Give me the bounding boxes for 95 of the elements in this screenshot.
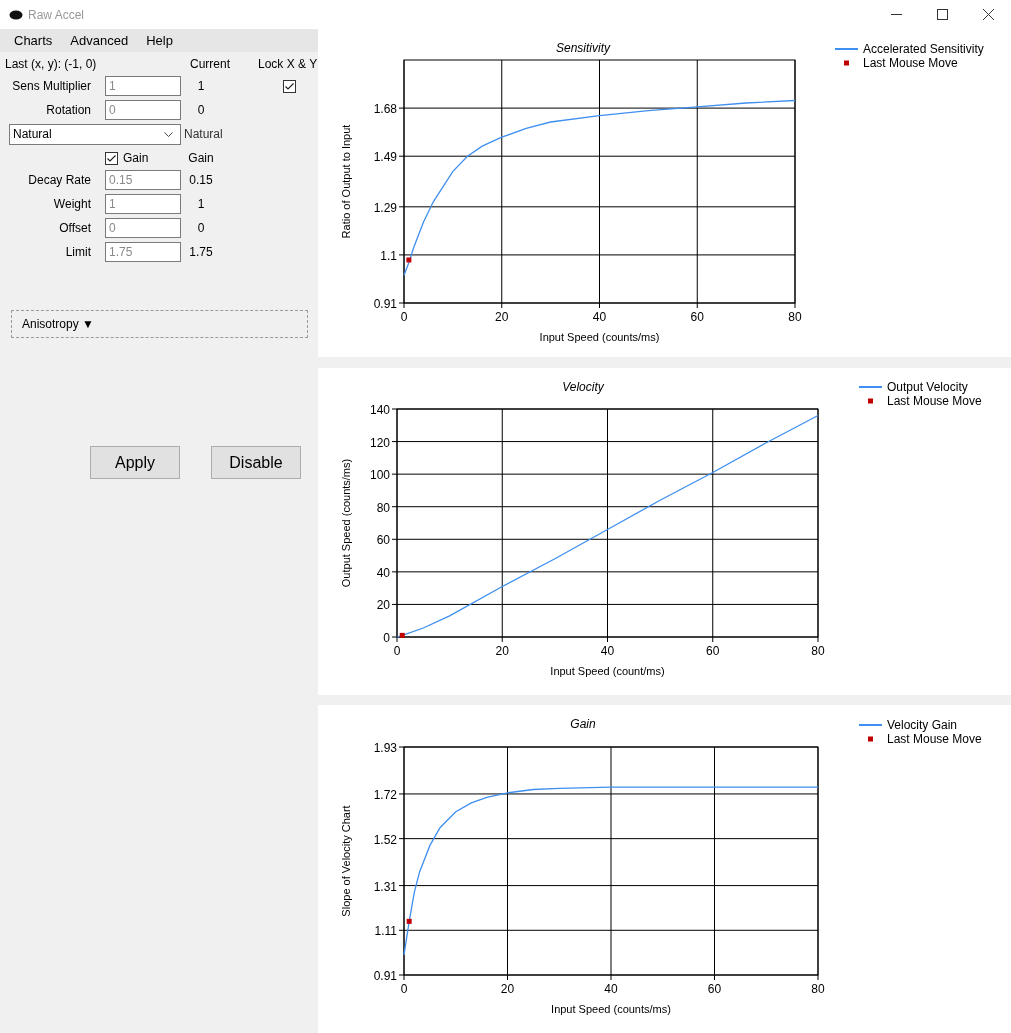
axis-title: Input Speed (counts/ms) xyxy=(551,1003,671,1015)
tick-label: 40 xyxy=(376,565,390,580)
tick-label: 0 xyxy=(393,644,401,658)
chevron-down-icon xyxy=(164,131,173,137)
field-label: Weight xyxy=(52,197,91,211)
window-title: Raw Accel xyxy=(28,7,85,22)
tick-label: 60 xyxy=(690,310,704,324)
tick-label: 60 xyxy=(707,982,722,996)
legend-label: Last Mouse Move xyxy=(863,56,958,70)
maximize-icon[interactable] xyxy=(937,9,948,20)
tick-label: 80 xyxy=(376,500,390,515)
tick-label: 1.31 xyxy=(373,879,397,894)
current-value: 0.15 xyxy=(188,173,214,187)
action-button[interactable]: Apply xyxy=(90,446,180,479)
tick-label: 20 xyxy=(376,598,390,613)
current-value: Natural xyxy=(184,127,223,141)
field-label: Offset xyxy=(58,221,91,235)
tick-label: 120 xyxy=(369,435,390,450)
current-value: 0 xyxy=(196,221,206,235)
legend-label: Last Mouse Move xyxy=(887,732,982,746)
field-label: Sens Multiplier xyxy=(11,79,91,93)
anisotropy-expander[interactable]: Anisotropy ▼ xyxy=(11,310,308,338)
tick-label: 0 xyxy=(383,631,390,645)
input-field[interactable]: 0 xyxy=(105,218,181,238)
current-value: 1 xyxy=(196,197,206,211)
menu-item[interactable]: Charts xyxy=(7,33,60,48)
legend-marker-icon xyxy=(844,60,849,66)
chart-title: Gain xyxy=(570,717,596,731)
data-point xyxy=(406,918,412,924)
data-point xyxy=(406,257,412,263)
tick-label: 20 xyxy=(500,982,515,996)
tick-label: 20 xyxy=(495,310,509,324)
tick-label: 40 xyxy=(600,644,615,658)
menu-item[interactable]: Advanced xyxy=(63,33,136,48)
tick-label: 1.68 xyxy=(373,102,397,117)
tick-label: 100 xyxy=(369,468,390,483)
tick-label: 1.11 xyxy=(374,924,397,939)
chart-title: Sensitivity xyxy=(556,41,610,55)
checkbox-label: Lock X & Y xyxy=(258,57,318,71)
input-field[interactable]: 0.15 xyxy=(105,170,181,190)
tick-label: 1.72 xyxy=(373,787,397,802)
tick-label: 60 xyxy=(376,533,390,548)
checkbox-label: Gain xyxy=(123,151,149,165)
input-field[interactable]: 1 xyxy=(105,76,181,96)
close-icon[interactable] xyxy=(983,9,994,20)
legend-line-icon xyxy=(859,386,882,388)
tick-label: 1.1 xyxy=(380,248,397,263)
tick-label: 0.91 xyxy=(373,969,397,983)
data-point xyxy=(399,632,405,638)
legend-marker-icon xyxy=(868,398,873,404)
legend-line-icon xyxy=(835,48,858,50)
chart-title: Velocity xyxy=(562,380,604,394)
last-move-text: Last (x, y): (-1, 0) xyxy=(5,57,98,71)
column-heading: Current xyxy=(190,57,231,71)
current-value: 1 xyxy=(196,79,206,93)
checkbox[interactable] xyxy=(105,151,118,165)
legend-label: Accelerated Sensitivity xyxy=(863,42,984,56)
legend-label: Velocity Gain xyxy=(887,718,958,732)
axis-title: Output Speed (counts/ms) xyxy=(340,458,352,588)
legend-marker-icon xyxy=(868,736,873,742)
legend-label: Last Mouse Move xyxy=(887,394,982,408)
legend-line-icon xyxy=(859,724,882,726)
current-value: 0 xyxy=(196,103,206,117)
tick-label: 80 xyxy=(811,982,825,996)
axis-title: Input Speed (counts/ms) xyxy=(539,331,660,343)
field-label: Rotation xyxy=(45,103,91,117)
tick-label: 80 xyxy=(788,310,802,324)
axis-title: Slope of Velocity Chart xyxy=(340,805,352,917)
input-field[interactable]: 1 xyxy=(105,194,181,214)
action-button[interactable]: Disable xyxy=(211,446,301,479)
current-value: 1.75 xyxy=(188,245,214,259)
tick-label: 1.52 xyxy=(373,832,397,847)
tick-label: 0.91 xyxy=(373,297,397,311)
tick-label: 0 xyxy=(400,982,408,996)
tick-label: 60 xyxy=(706,644,720,658)
tick-label: 40 xyxy=(592,310,607,324)
mode-dropdown[interactable]: Natural xyxy=(9,123,181,145)
checkbox[interactable] xyxy=(283,79,296,93)
legend-label: Output Velocity xyxy=(887,380,968,394)
app-icon xyxy=(9,9,23,20)
tick-label: 1.29 xyxy=(373,200,397,215)
current-value: Gain xyxy=(187,151,215,165)
tick-label: 1.49 xyxy=(373,150,397,165)
tick-label: 80 xyxy=(811,644,825,658)
field-label: Decay Rate xyxy=(27,173,91,187)
field-label: Limit xyxy=(64,245,91,259)
menu-item[interactable]: Help xyxy=(139,33,180,48)
axis-title: Ratio of Output to Input xyxy=(340,124,352,239)
tick-label: 40 xyxy=(604,982,618,996)
input-field[interactable]: 0 xyxy=(105,100,181,120)
tick-label: 140 xyxy=(369,403,390,417)
tick-label: 20 xyxy=(495,644,509,658)
axis-title: Input Speed (count/ms) xyxy=(550,665,665,677)
tick-label: 0 xyxy=(400,310,408,324)
tick-label: 1.93 xyxy=(373,741,397,755)
